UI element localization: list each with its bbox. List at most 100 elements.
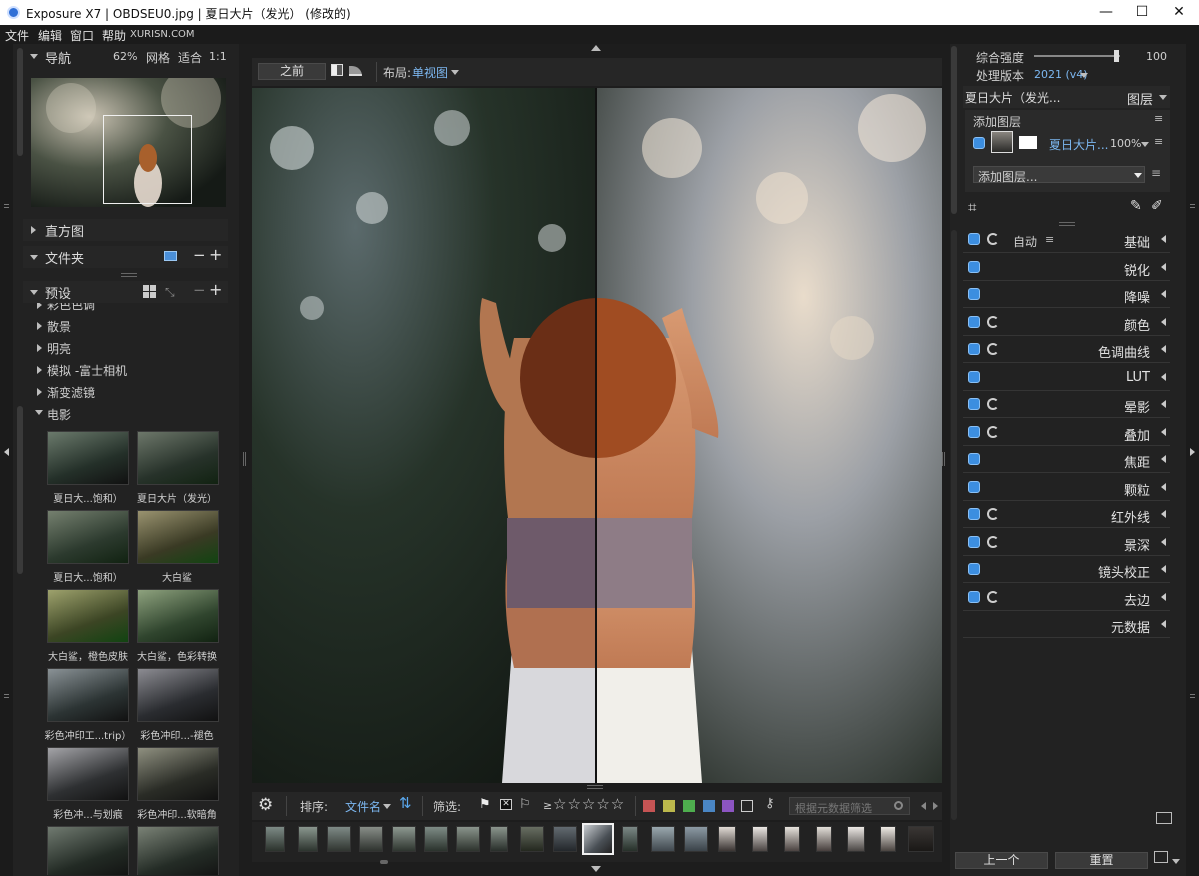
collapse-right-icon[interactable] (1190, 448, 1195, 456)
reset-icon[interactable] (987, 536, 999, 548)
grip-icon[interactable] (1190, 694, 1195, 698)
right-scrollbar-top[interactable] (951, 46, 957, 214)
folder-add-icon[interactable] (164, 251, 177, 261)
plus-icon[interactable]: + (209, 280, 222, 299)
reset-icon[interactable] (987, 508, 999, 520)
chevron-down-icon[interactable] (1172, 859, 1180, 864)
preset-thumbnail[interactable] (137, 510, 219, 564)
maximize-button[interactable]: ☐ (1122, 0, 1162, 25)
intensity-slider-handle[interactable] (1114, 50, 1119, 62)
adjustment-row[interactable]: 颜色 (963, 309, 1170, 336)
preset-category[interactable]: 彩色色调 (47, 303, 95, 313)
film-thumbnail[interactable] (847, 826, 865, 852)
minimize-button[interactable]: — (1086, 0, 1126, 25)
grid-view-icon[interactable] (143, 285, 156, 298)
adjustment-row[interactable]: 颗粒 (963, 474, 1170, 501)
film-thumbnail[interactable] (752, 826, 768, 852)
film-thumbnail[interactable] (520, 826, 544, 852)
color-label-green[interactable] (683, 800, 695, 812)
splitter-grip-icon[interactable] (121, 273, 137, 277)
preset-thumbnail[interactable] (137, 589, 219, 643)
right-scrollbar[interactable] (951, 230, 957, 820)
adjustment-toggle[interactable] (968, 453, 980, 465)
film-thumbnail[interactable] (816, 826, 832, 852)
layer-name[interactable]: 夏日大片... (1049, 136, 1108, 153)
reset-icon[interactable] (987, 316, 999, 328)
layout-dropdown[interactable]: 单视图 (412, 64, 448, 81)
previous-button[interactable]: 上一个 (955, 852, 1048, 869)
layer-menu-icon[interactable]: ≡ (1154, 135, 1163, 148)
preset-thumbnail[interactable] (137, 431, 219, 485)
search-icon[interactable] (894, 801, 903, 810)
intensity-slider-track[interactable] (1034, 55, 1120, 57)
preset-thumbnail[interactable] (47, 589, 129, 643)
adjustment-toggle[interactable] (968, 591, 980, 603)
adjustment-row[interactable]: 基础 (963, 226, 1170, 253)
eraser-icon[interactable]: ✎ (1130, 198, 1142, 214)
adjustment-toggle[interactable] (968, 343, 980, 355)
crop-icon[interactable]: ⌗ (968, 198, 976, 216)
fit-option[interactable]: 适合 (178, 49, 202, 66)
film-thumbnail[interactable] (298, 826, 318, 852)
reset-icon[interactable] (987, 591, 999, 603)
reset-icon[interactable] (987, 398, 999, 410)
adjustment-toggle[interactable] (968, 288, 980, 300)
flag-outline-icon[interactable]: ⚐ (519, 797, 531, 812)
grid-option[interactable]: 网格 (146, 49, 170, 66)
sort-direction-icon[interactable]: ⇅ (399, 794, 412, 812)
filmstrip-prev-icon[interactable] (921, 802, 926, 810)
before-after-icon[interactable] (349, 66, 362, 76)
film-thumbnail[interactable] (908, 826, 934, 852)
adjustment-toggle[interactable] (968, 536, 980, 548)
film-thumbnail[interactable] (622, 826, 638, 852)
grip-icon[interactable] (4, 694, 9, 698)
adjustment-row[interactable]: 红外线 (963, 501, 1170, 528)
layer-options-icon[interactable]: ≡ (1151, 166, 1161, 180)
film-thumbnail[interactable] (490, 826, 508, 852)
gear-icon[interactable]: ⚙ (258, 795, 273, 815)
menu-file[interactable]: 文件 (5, 27, 29, 44)
preset-category[interactable]: 散景 (47, 318, 71, 335)
color-label-purple[interactable] (722, 800, 734, 812)
film-thumbnail[interactable] (684, 826, 708, 852)
add-layer-dropdown[interactable]: 添加图层... (973, 166, 1145, 184)
adjustment-toggle[interactable] (968, 398, 980, 410)
presets-scrollbar[interactable] (17, 406, 23, 574)
reset-icon[interactable] (987, 426, 999, 438)
film-thumbnail-selected[interactable] (582, 823, 614, 855)
adjustment-row[interactable]: 去边 (963, 584, 1170, 611)
preset-thumbnail[interactable] (137, 747, 219, 801)
film-thumbnail[interactable] (424, 826, 448, 852)
flag-filled-icon[interactable]: ⚑ (479, 797, 491, 812)
preset-thumbnail[interactable] (47, 668, 129, 722)
right-resize-grip-icon[interactable] (942, 452, 945, 466)
metadata-row[interactable]: 元数据 (963, 611, 1170, 638)
film-thumbnail[interactable] (359, 826, 383, 852)
adjustment-toggle[interactable] (968, 426, 980, 438)
plus-icon[interactable]: + (209, 245, 222, 264)
film-thumbnail[interactable] (784, 826, 800, 852)
adjustment-toggle[interactable] (968, 371, 980, 383)
before-button[interactable]: 之前 (258, 63, 326, 80)
layer-thumbnail[interactable] (991, 131, 1013, 153)
nav-scrollbar[interactable] (17, 48, 23, 156)
grip-icon[interactable] (1190, 204, 1195, 208)
collapse-bottom-icon[interactable] (591, 866, 601, 872)
preset-thumbnail[interactable] (47, 510, 129, 564)
reset-icon[interactable] (987, 233, 999, 245)
film-thumbnail[interactable] (651, 826, 675, 852)
preset-category[interactable]: 模拟 -富士相机 (47, 362, 127, 379)
presets-header[interactable]: 预设 ⤡ − + (23, 280, 228, 303)
panel-layout-icon[interactable] (1156, 812, 1172, 824)
adjustment-row[interactable]: 叠加 (963, 419, 1170, 446)
film-thumbnail[interactable] (553, 826, 577, 852)
brush-icon[interactable]: ✐ (1151, 198, 1163, 214)
reset-button[interactable]: 重置 (1055, 852, 1148, 869)
film-thumbnail[interactable] (327, 826, 351, 852)
film-thumbnail[interactable] (718, 826, 736, 852)
film-thumbnail[interactable] (392, 826, 416, 852)
histogram-header[interactable]: 直方图 (23, 219, 228, 241)
split-view-icon[interactable] (331, 64, 343, 76)
filmstrip-scroll-thumb[interactable] (380, 860, 388, 864)
minus-icon[interactable]: − (193, 281, 206, 299)
